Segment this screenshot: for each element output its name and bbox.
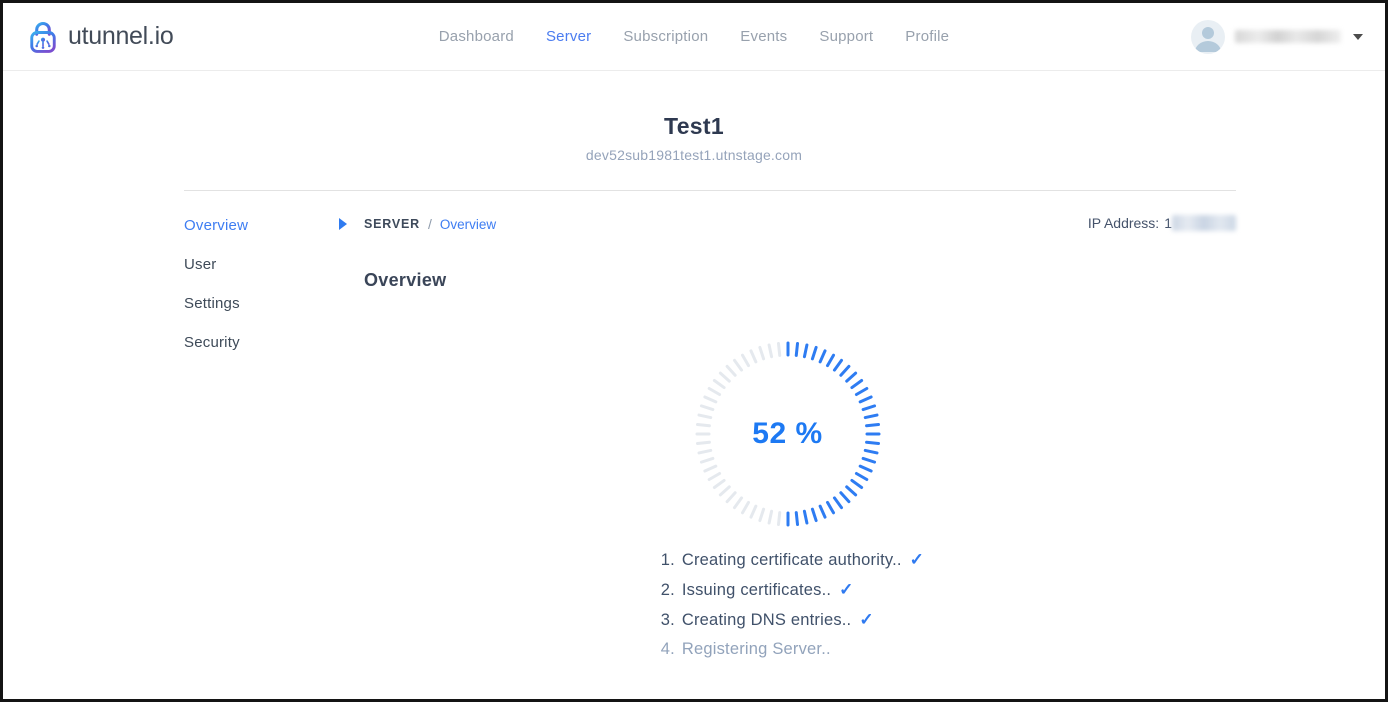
progress-percent: 52 % (693, 339, 883, 529)
check-icon: ✓ (839, 575, 853, 604)
server-title-block: Test1 dev52sub1981test1.utnstage.com (3, 71, 1385, 163)
nav-item-subscription[interactable]: Subscription (623, 28, 708, 45)
user-name-redacted (1235, 30, 1341, 43)
step-row: 3. Creating DNS entries.. ✓ (651, 605, 924, 635)
app-logo[interactable]: utunnel.io (25, 19, 173, 55)
nav-item-dashboard[interactable]: Dashboard (439, 28, 514, 45)
progress-ring: 52 % (693, 339, 883, 529)
user-avatar-icon (1191, 20, 1225, 54)
server-name: Test1 (3, 113, 1385, 140)
sidebar-item-overview[interactable]: Overview (184, 217, 339, 234)
breadcrumb: SERVER / Overview (364, 216, 496, 232)
step-label: Creating certificate authority.. (682, 546, 902, 575)
step-label: Registering Server.. (682, 635, 831, 664)
top-navbar: utunnel.io Dashboard Server Subscription… (3, 3, 1385, 71)
section-heading: Overview (364, 270, 1236, 291)
main-nav: Dashboard Server Subscription Events Sup… (439, 28, 949, 45)
main-panel: SERVER / Overview IP Address: 1 Overview… (339, 191, 1236, 664)
user-menu[interactable] (1191, 20, 1363, 54)
ip-address-redacted (1172, 215, 1236, 231)
utunnel-logo-icon (25, 19, 61, 55)
check-icon: ✓ (910, 545, 924, 574)
server-sidebar: Overview User Settings Security (184, 191, 339, 664)
app-window: utunnel.io Dashboard Server Subscription… (0, 0, 1388, 702)
logo-text: utunnel.io (68, 22, 173, 51)
step-number: 3. (651, 606, 675, 635)
step-row: 2. Issuing certificates.. ✓ (651, 575, 924, 605)
step-row: 1. Creating certificate authority.. ✓ (651, 545, 924, 575)
step-label: Creating DNS entries.. (682, 606, 851, 635)
server-domain: dev52sub1981test1.utnstage.com (3, 147, 1385, 163)
sidebar-item-user[interactable]: User (184, 256, 339, 273)
step-number: 1. (651, 546, 675, 575)
breadcrumb-separator: / (428, 216, 432, 232)
ip-address: IP Address: 1 (1088, 215, 1236, 231)
step-number: 4. (651, 635, 675, 664)
nav-item-server[interactable]: Server (546, 28, 591, 45)
chevron-down-icon (1353, 34, 1363, 40)
nav-item-events[interactable]: Events (740, 28, 787, 45)
active-pointer-icon (339, 218, 347, 230)
step-row: 4. Registering Server.. (651, 635, 924, 664)
breadcrumb-page[interactable]: Overview (440, 217, 496, 232)
breadcrumb-section: SERVER (364, 217, 420, 231)
provisioning-progress: 52 % 1. Creating certificate authority..… (339, 339, 1236, 664)
nav-item-support[interactable]: Support (819, 28, 873, 45)
provisioning-steps: 1. Creating certificate authority.. ✓ 2.… (651, 545, 924, 664)
step-number: 2. (651, 576, 675, 605)
check-icon: ✓ (859, 605, 873, 634)
ip-address-label: IP Address: (1088, 215, 1159, 231)
sidebar-item-security[interactable]: Security (184, 334, 339, 351)
sidebar-item-settings[interactable]: Settings (184, 295, 339, 312)
step-label: Issuing certificates.. (682, 576, 831, 605)
nav-item-profile[interactable]: Profile (905, 28, 949, 45)
ip-visible-prefix: 1 (1164, 215, 1172, 231)
